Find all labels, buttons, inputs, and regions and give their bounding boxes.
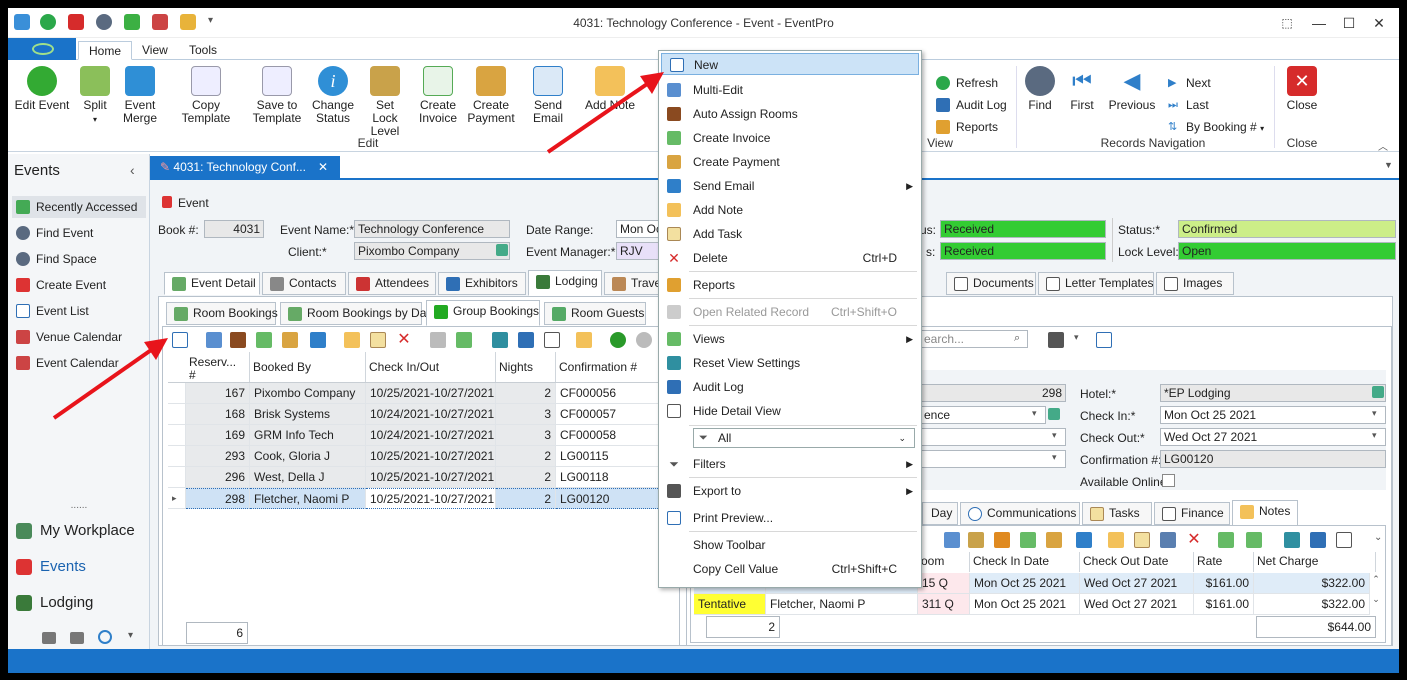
annotation-arrowhead <box>640 72 664 94</box>
annotation-overlay <box>52 72 664 420</box>
annotation-arrowhead <box>144 338 168 360</box>
annotation-arrow <box>52 346 156 420</box>
annotation-arrow <box>546 80 652 154</box>
